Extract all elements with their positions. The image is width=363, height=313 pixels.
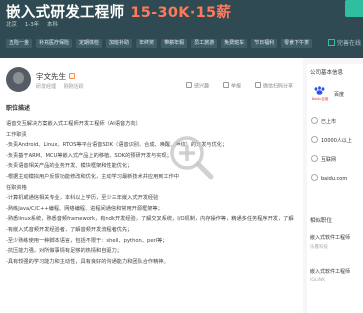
- benefit-tag: 员工旅游: [191, 39, 218, 48]
- interest-button[interactable]: 感兴趣: [186, 82, 209, 90]
- hr-status: 刚刚活跃: [63, 84, 84, 90]
- description-line: -具有较强的学习能力和主动性，具有良好的沟通能力和团队合作精神。: [6, 258, 169, 265]
- job-degree: 本科: [47, 22, 59, 28]
- hr-avatar: [6, 67, 31, 92]
- job-title: 嵌入式研发工程师 15-30K·15薪: [6, 1, 231, 22]
- job-detail-panel: 宇文先生 研发经理 刚刚活跃 感兴趣 举报 微信扫码分享 职位描述 语音交互解决…: [0, 58, 303, 313]
- hr-meta: 研发经理 刚刚活跃: [36, 83, 90, 90]
- similar-job-company: 乐鑫科技: [310, 245, 328, 250]
- hr-name-text: 宇文先生: [36, 72, 66, 81]
- complete-online-link[interactable]: 完善在线: [328, 38, 361, 47]
- description-line: -抗压能力强，对所做事情有足够的热情和自驱力；: [6, 248, 122, 255]
- similar-job-title: 嵌入式软件工程师: [310, 235, 351, 241]
- similar-job-item[interactable]: 嵌入式软件工程师 IQLINK: [310, 268, 350, 283]
- company-name[interactable]: 百度: [334, 91, 344, 98]
- header-actions: 完善在线: [307, 0, 363, 58]
- company-card-title: 公司基本信息: [310, 70, 344, 76]
- benefit-tag: 年终奖: [136, 39, 158, 48]
- job-salary: 15-30K·15薪: [130, 5, 232, 21]
- benefit-tag: 五险一金: [6, 39, 33, 48]
- company-industry: 互联网: [311, 155, 336, 163]
- hr-role: 研发经理: [36, 84, 57, 90]
- similar-job-company: IQLINK: [310, 278, 326, 283]
- company-stage: 已上市: [311, 117, 336, 125]
- wechat-share-button[interactable]: 微信扫码分享: [255, 82, 293, 90]
- benefit-tag: 定期体检: [76, 39, 103, 48]
- job-location: 北京: [6, 22, 18, 28]
- section-title: 职位描述: [6, 105, 31, 112]
- similar-jobs-title: 相似职位: [310, 218, 333, 224]
- description-line: 工作职责: [6, 131, 27, 138]
- job-actions: 感兴趣 举报 微信扫码分享: [186, 82, 293, 90]
- verified-icon: [69, 73, 75, 79]
- similar-job-title: 嵌入式软件工程师: [310, 269, 351, 275]
- report-button[interactable]: 举报: [223, 82, 241, 90]
- description-line: -负责基于ARM、MCU等嵌入式产品上的移植、SDK的预研开发与实现；: [6, 152, 172, 159]
- chat-button[interactable]: [345, 0, 363, 17]
- description-line: -至少熟练使用一种脚本语言，包括不限于：shell、python、perl等；: [6, 237, 168, 244]
- similar-job-item[interactable]: 嵌入式软件工程师 乐鑫科技: [310, 234, 350, 250]
- job-description: 语音交互解决方案嵌入式工程师开发工程师（AI语音方向） 工作职责 -负责Andr…: [6, 120, 294, 268]
- job-header: 嵌入式研发工程师 15-30K·15薪 北京 1-3年 本科 五险一金 补充医疗保…: [0, 0, 363, 58]
- job-meta: 北京 1-3年 本科: [6, 20, 64, 28]
- benefit-tag: 免费班车: [221, 39, 248, 48]
- description-line: -有嵌入式音频开发经验者，了解音频开发流程者优先；: [6, 226, 133, 233]
- company-card: 公司基本信息 Baidu百度 百度 已上市 10000人以上 互联网 baidu…: [307, 64, 363, 313]
- description-line: -负责语音相关产品的业务开发、模块框架和性能优化；: [6, 163, 133, 170]
- company-logo-text: Baidu百度: [312, 96, 329, 101]
- company-website[interactable]: baidu.com: [311, 174, 347, 182]
- benefit-tag: 补充医疗保险: [36, 39, 73, 48]
- job-title-text: 嵌入式研发工程师: [6, 5, 125, 21]
- benefit-tag: 节日福利: [251, 39, 278, 48]
- company-logo[interactable]: Baidu百度: [311, 86, 329, 101]
- description-line: 语音交互解决方案嵌入式工程师开发工程师（AI语音方向）: [6, 121, 141, 127]
- benefit-tag: 加班补助: [106, 39, 133, 48]
- description-line: -计算机或通信相关专业，本科以上学历，至少三年嵌入式开发经验: [6, 195, 159, 202]
- description-line: -熟练Java/C/C++编程、网络编程、进程间通信和常用开源框架等；: [6, 205, 163, 212]
- job-experience: 1-3年: [24, 22, 40, 28]
- description-line: -负责Android、Linux、RTOS等平台语音SDK（语音识别、合成、唤醒…: [6, 142, 228, 149]
- hr-name: 宇文先生: [36, 71, 75, 82]
- description-line: 任职资格: [6, 184, 27, 191]
- right-sidebar: 公司基本信息 Baidu百度 百度 已上市 10000人以上 互联网 baidu…: [303, 58, 363, 313]
- benefit-tag: 带薪年假: [161, 39, 188, 48]
- company-size: 10000人以上: [311, 136, 352, 144]
- description-line: -熟悉linux系统，熟悉音频framework，有ndk开发经验，了解交叉系统…: [6, 216, 294, 223]
- description-line: -根据主动模拟用户反馈功能修改和优化，主动学习最新技术并应用到工作中: [6, 173, 180, 180]
- benefit-tags: 五险一金 补充医疗保险 定期体检 加班补助 年终奖 带薪年假 员工旅游 免费班车…: [6, 39, 313, 48]
